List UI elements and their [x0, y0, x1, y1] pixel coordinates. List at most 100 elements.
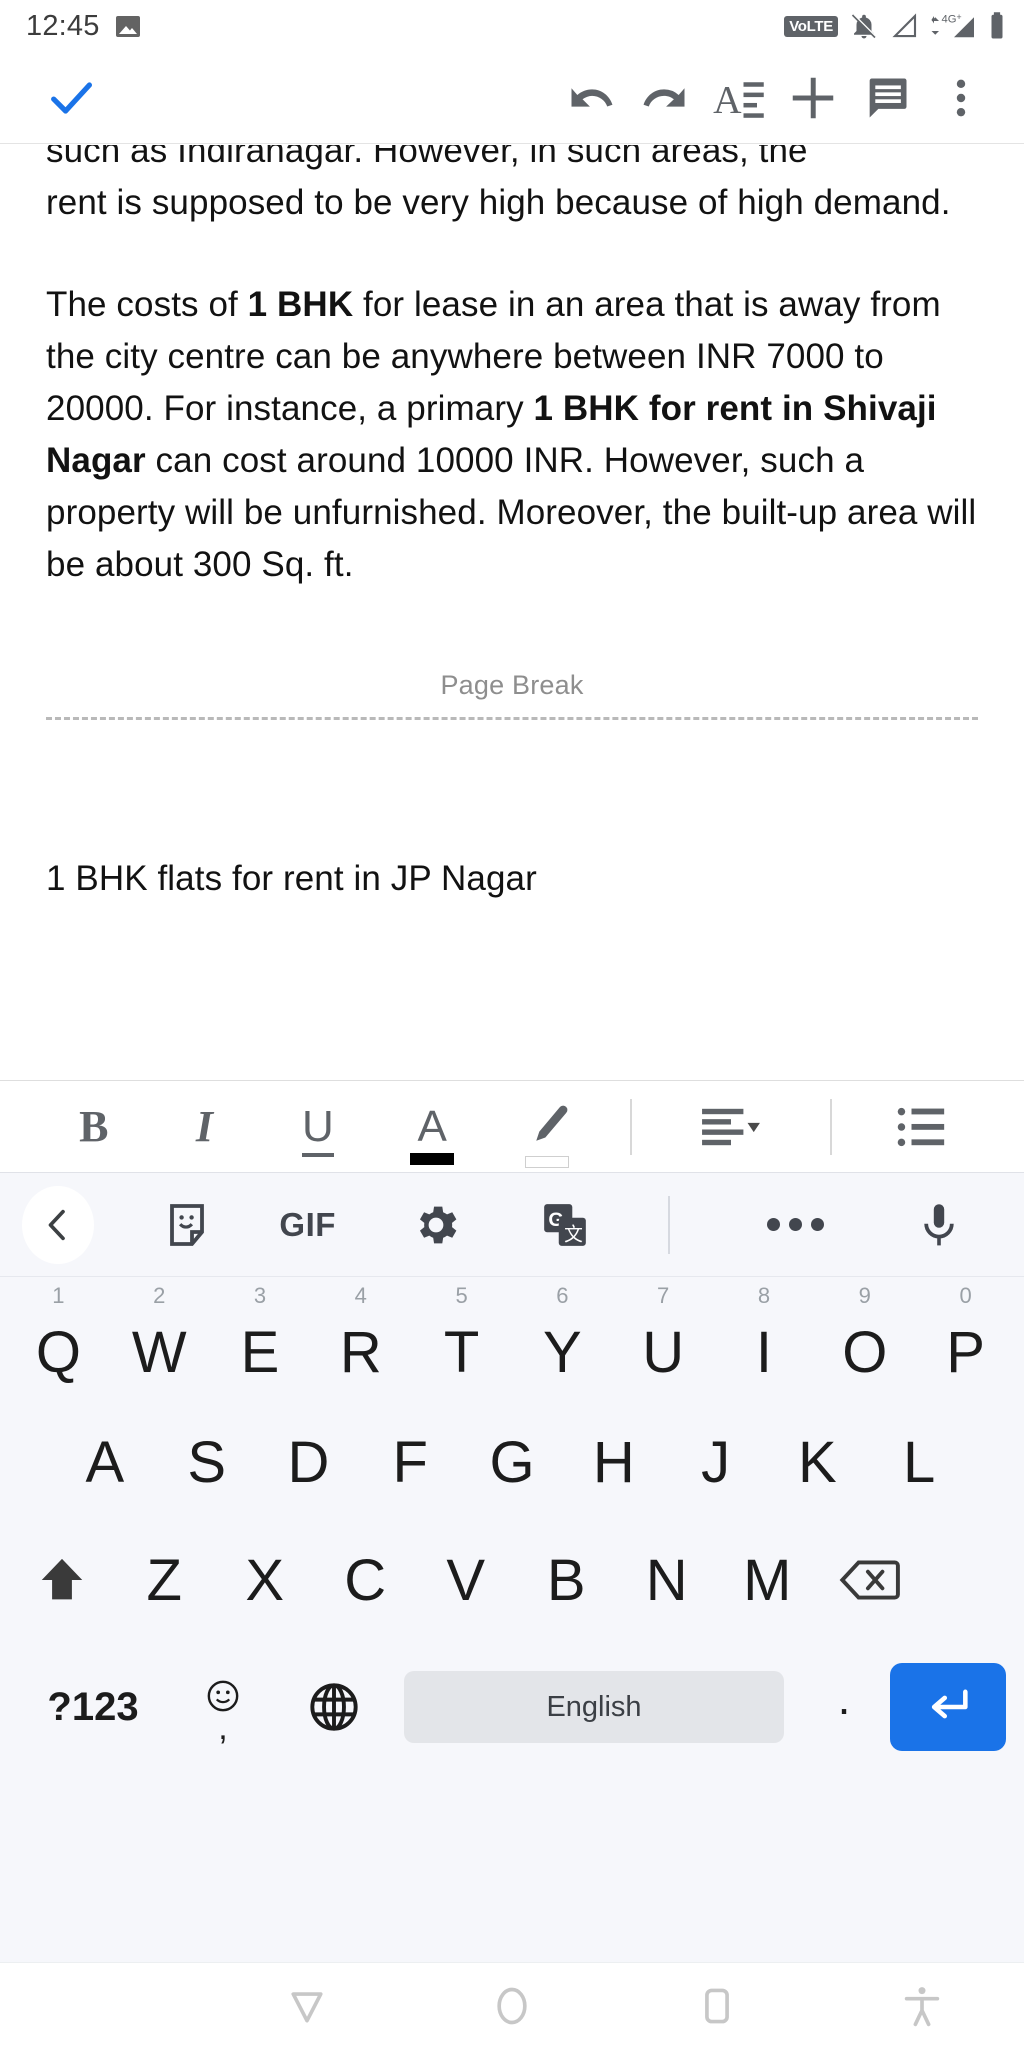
key-Z[interactable]: Z — [114, 1537, 215, 1623]
recents-square-icon — [704, 1988, 729, 2023]
key-K[interactable]: K — [766, 1419, 868, 1505]
gif-button[interactable]: GIF — [244, 1186, 371, 1264]
key-X[interactable]: X — [215, 1537, 316, 1623]
highlighter-icon — [535, 1105, 568, 1141]
paragraph-costs-1bhk: The costs of 1 BHK for lease in an area … — [46, 279, 978, 591]
key-label: Q — [35, 1319, 81, 1385]
key-C[interactable]: C — [315, 1537, 416, 1623]
key-W[interactable]: 2W — [109, 1283, 210, 1395]
next-page-heading: 1 BHK flats for rent in JP Nagar — [46, 859, 537, 898]
key-O[interactable]: 9O — [814, 1283, 915, 1395]
align-left-icon — [702, 1108, 761, 1145]
keyboard-toolbar: GIF G 文 — [0, 1173, 1024, 1277]
key-R[interactable]: 4R — [310, 1283, 411, 1395]
key-D[interactable]: D — [258, 1419, 360, 1505]
key-T[interactable]: 5T — [411, 1283, 512, 1395]
text-color-button[interactable]: A — [375, 1101, 490, 1165]
text-run-1-bold: 1 BHK — [247, 285, 354, 324]
back-triangle-icon — [291, 1991, 323, 2022]
backspace-key[interactable] — [818, 1537, 922, 1623]
three-dots-icon — [767, 1218, 825, 1231]
undo-button[interactable] — [554, 61, 628, 135]
redo-button[interactable] — [628, 61, 702, 135]
key-E[interactable]: 3E — [210, 1283, 311, 1395]
key-H[interactable]: H — [563, 1419, 665, 1505]
key-L[interactable]: L — [868, 1419, 970, 1505]
page-break: Page Break — [46, 657, 978, 720]
translate-button[interactable]: G 文 — [500, 1186, 629, 1264]
collapse-toolbar-button[interactable] — [22, 1185, 94, 1264]
text-color-icon: A — [417, 1101, 447, 1151]
check-icon — [51, 81, 93, 114]
key-label: P — [946, 1319, 985, 1385]
key-S[interactable]: S — [156, 1419, 258, 1505]
system-navigation-bar — [0, 1962, 1024, 2048]
nav-accessibility-button[interactable] — [819, 1983, 1024, 2029]
redo-icon — [643, 87, 685, 107]
bold-button[interactable]: B — [40, 1101, 148, 1152]
key-G[interactable]: G — [461, 1419, 563, 1505]
key-F[interactable]: F — [359, 1419, 461, 1505]
key-Q[interactable]: 1Q — [8, 1283, 109, 1395]
status-system-icons: VoLTE 4G + — [784, 11, 1006, 41]
space-key[interactable]: English — [404, 1671, 784, 1743]
voice-input-button[interactable] — [883, 1186, 994, 1264]
symbols-key[interactable]: ?123 — [18, 1663, 168, 1751]
nav-back-button[interactable] — [205, 1984, 410, 2028]
format-button[interactable]: A — [702, 61, 776, 135]
backspace-icon — [839, 1560, 900, 1600]
app-toolbar: A — [0, 52, 1024, 144]
keyboard-row-1: 1Q 2W 3E 4R 5T 6Y 7U 8I 9O 0P — [0, 1277, 1024, 1395]
done-check-button[interactable] — [34, 61, 108, 135]
key-label: O — [842, 1319, 888, 1385]
language-switch-key[interactable] — [278, 1663, 390, 1751]
nav-recents-button[interactable] — [614, 1984, 819, 2028]
google-translate-icon: G 文 — [543, 1203, 586, 1246]
document-body[interactable]: such as Indiranagar. However, in such ar… — [46, 145, 978, 903]
divider-line — [630, 1098, 633, 1155]
settings-button[interactable] — [371, 1186, 500, 1264]
bulleted-list-icon — [897, 1107, 944, 1146]
key-label: E — [240, 1319, 280, 1385]
svg-text:+: + — [957, 12, 962, 22]
key-label: U — [642, 1319, 685, 1385]
italic-icon: I — [195, 1102, 213, 1151]
key-I[interactable]: 8I — [714, 1283, 815, 1395]
key-V[interactable]: V — [416, 1537, 517, 1623]
underline-button[interactable]: U — [261, 1101, 374, 1157]
key-hint-6: 6 — [556, 1283, 569, 1308]
highlight-color-button[interactable] — [490, 1099, 603, 1168]
key-M[interactable]: M — [717, 1537, 818, 1623]
period-key[interactable]: . — [798, 1663, 890, 1751]
key-J[interactable]: J — [665, 1419, 767, 1505]
svg-text:4G: 4G — [942, 13, 957, 25]
key-Y[interactable]: 6Y — [512, 1283, 613, 1395]
more-button[interactable] — [708, 1186, 883, 1264]
keyboard-key-rows: 1Q 2W 3E 4R 5T 6Y 7U 8I 9O 0P A S D F G … — [0, 1277, 1024, 1759]
divider-line — [830, 1098, 833, 1155]
key-N[interactable]: N — [617, 1537, 718, 1623]
document-editor[interactable]: such as Indiranagar. However, in such ar… — [0, 145, 1024, 1080]
align-button[interactable] — [659, 1099, 803, 1155]
image-icon — [115, 15, 140, 37]
status-notification-icons — [115, 15, 140, 37]
text-color-swatch — [410, 1152, 455, 1165]
nav-home-button[interactable] — [410, 1984, 615, 2028]
insert-button[interactable] — [776, 61, 850, 135]
enter-key[interactable] — [890, 1663, 1006, 1751]
key-P[interactable]: 0P — [915, 1283, 1016, 1395]
key-hint-2: 2 — [153, 1283, 166, 1308]
italic-button[interactable]: I — [148, 1101, 261, 1152]
key-A[interactable]: A — [54, 1419, 156, 1505]
emoji-comma-key[interactable]: , — [168, 1663, 278, 1751]
shift-key[interactable] — [10, 1537, 114, 1623]
underline-icon: U — [301, 1101, 334, 1157]
more-options-button[interactable] — [924, 61, 998, 135]
list-button[interactable] — [859, 1099, 984, 1155]
key-label: R — [339, 1319, 382, 1385]
text-format-icon: A — [713, 77, 764, 121]
comment-button[interactable] — [850, 61, 924, 135]
sticker-button[interactable] — [130, 1186, 244, 1264]
key-B[interactable]: B — [516, 1537, 617, 1623]
key-U[interactable]: 7U — [613, 1283, 714, 1395]
